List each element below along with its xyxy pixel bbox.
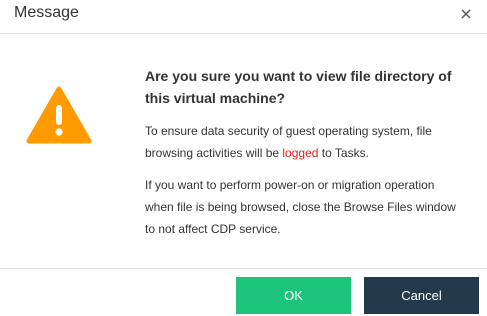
confirm-question: Are you sure you want to view file direc… [145, 68, 452, 106]
message-dialog: Message Are you sure you want to view fi… [0, 0, 487, 316]
operation-notice: If you want to perform power-on or migra… [145, 178, 456, 236]
dialog-title: Message [14, 4, 79, 21]
cancel-button[interactable]: Cancel [364, 277, 479, 314]
logged-highlight: logged [282, 146, 319, 160]
close-icon[interactable] [458, 6, 474, 22]
ok-button[interactable]: OK [236, 277, 351, 314]
security-notice-suffix: to Tasks. [318, 146, 369, 160]
dialog-header: Message [0, 0, 487, 34]
dialog-content: Are you sure you want to view file direc… [145, 65, 465, 250]
dialog-footer: OK Cancel [0, 268, 487, 316]
warning-icon [26, 86, 92, 144]
security-notice: To ensure data security of guest operati… [145, 120, 465, 164]
dialog-body: Are you sure you want to view file direc… [0, 34, 487, 268]
